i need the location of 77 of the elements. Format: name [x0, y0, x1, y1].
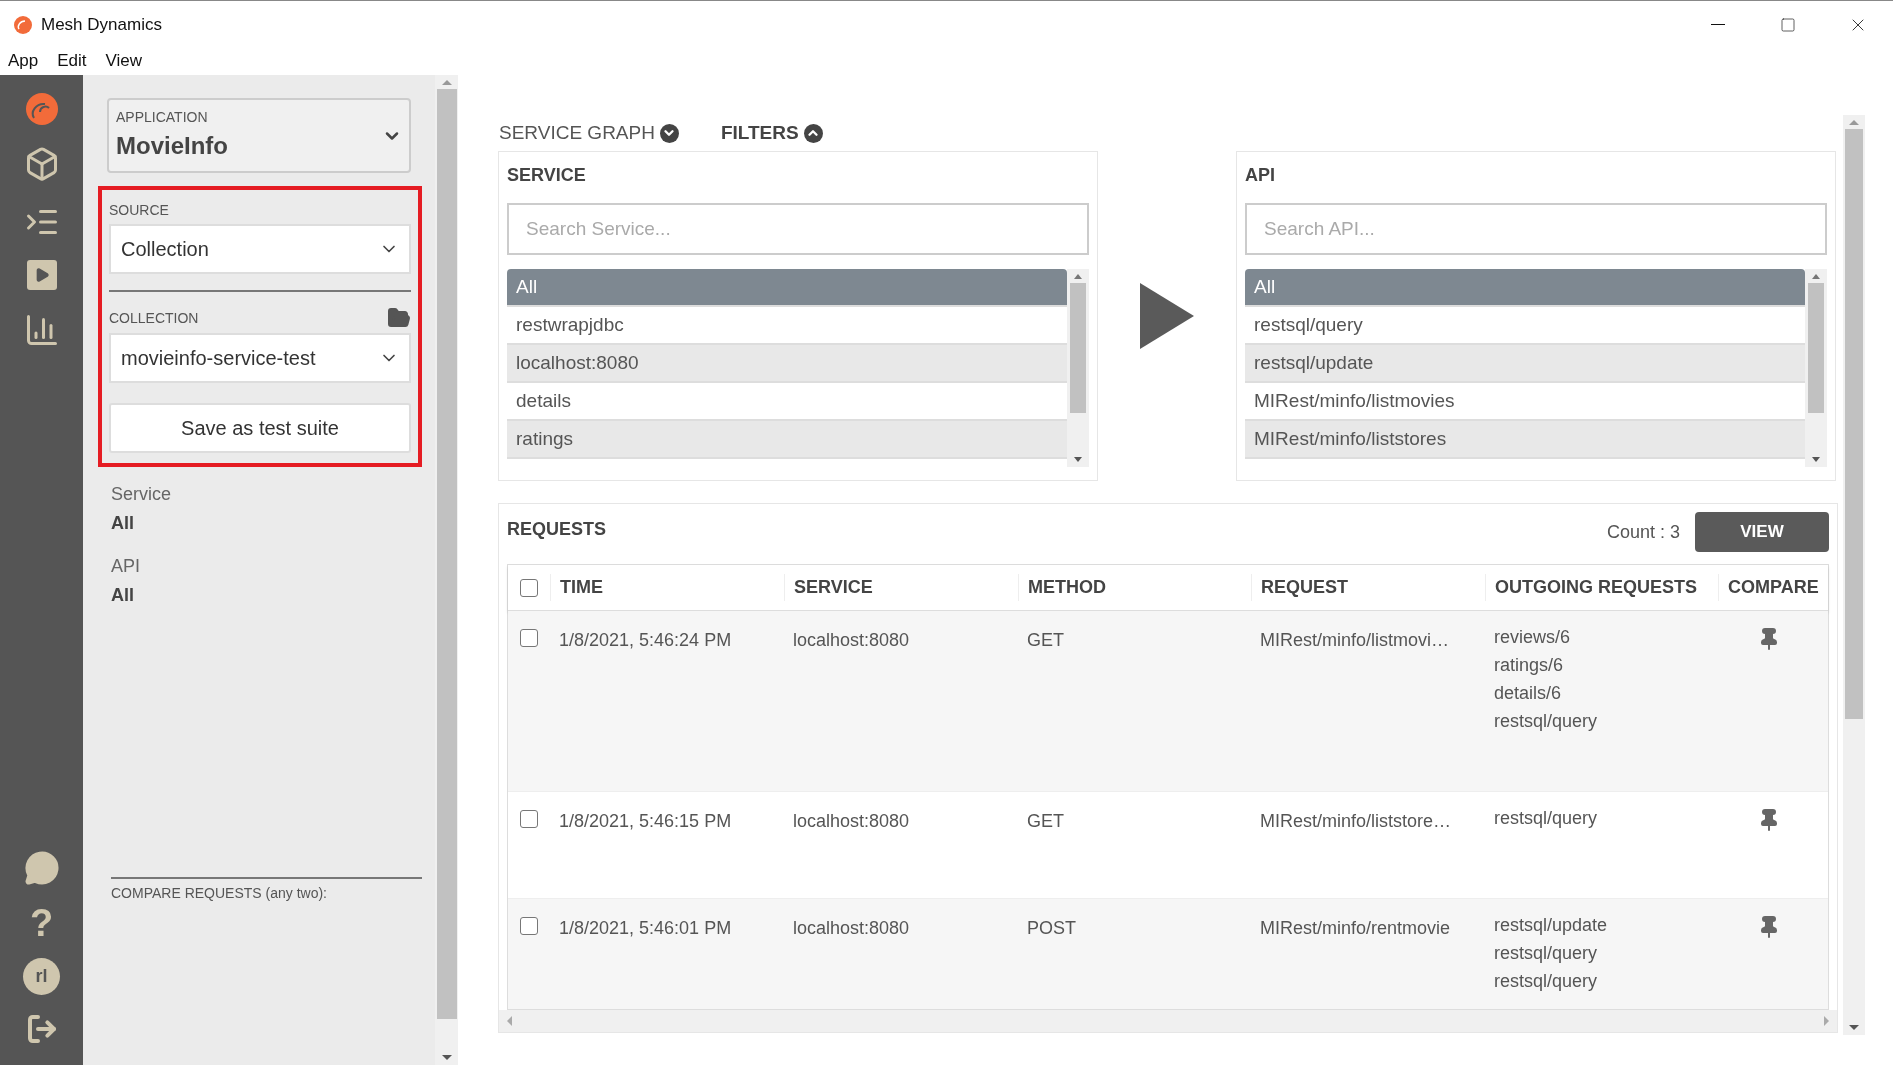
play-arrow-icon: [1140, 283, 1194, 349]
column-header: REQUEST: [1251, 574, 1485, 601]
table-cell-text: MIRest/minfo/listmovi…: [1259, 629, 1451, 652]
user-avatar[interactable]: rl: [23, 958, 60, 995]
help-icon[interactable]: ?: [29, 904, 54, 942]
search-field[interactable]: Search API...: [1245, 203, 1827, 255]
column-header: COMPARE: [1718, 574, 1820, 601]
column-header: OUTGOING REQUESTS: [1485, 574, 1718, 601]
application-select[interactable]: APPLICATION MovieInfo: [107, 98, 411, 173]
table-cell-text: GET: [1026, 810, 1065, 833]
section-toggle[interactable]: FILTERS: [720, 118, 823, 148]
table-cell-text: MIRest/minfo/liststore…: [1259, 810, 1453, 833]
filter-label: API: [111, 555, 141, 578]
table-cell-text: localhost:8080: [792, 629, 911, 652]
list-item[interactable]: restsql/update: [1245, 345, 1805, 383]
table-row[interactable]: 1/8/2021, 5:46:01 PM localhost:8080 POST MIRest/minfo/rentmovie restsql/update restsql/query restsql/query: [508, 899, 1828, 1009]
maximize-icon: [1780, 16, 1796, 33]
source-dropdown[interactable]: Collection: [109, 224, 411, 274]
column-header: SERVICE: [784, 574, 1018, 601]
panel-title: API: [1245, 164, 1276, 187]
sidebar-scrollbar[interactable]: [435, 75, 458, 1065]
outgoing-request: restsql/query: [1494, 942, 1599, 965]
filter-value: All: [111, 584, 135, 607]
panel-title: REQUESTS: [507, 518, 607, 541]
scrollbar[interactable]: [1067, 269, 1089, 467]
list-item[interactable]: All: [507, 269, 1067, 307]
scrollbar[interactable]: [1805, 269, 1827, 467]
search-field[interactable]: Search Service...: [507, 203, 1089, 255]
table-cell-text: 1/8/2021, 5:46:24 PM: [558, 629, 733, 652]
table-cell-text: 1/8/2021, 5:46:15 PM: [558, 810, 733, 833]
menu-item[interactable]: Edit: [57, 48, 87, 74]
app-logo-icon[interactable]: [24, 92, 59, 126]
list-item[interactable]: localhost:8080: [507, 345, 1067, 383]
chat-icon[interactable]: [23, 850, 60, 886]
table-cell-text: GET: [1026, 629, 1065, 652]
outgoing-request: ratings/6: [1494, 654, 1565, 677]
outgoing-request: details/6: [1494, 682, 1563, 705]
list-item[interactable]: All: [1245, 269, 1805, 307]
list-item[interactable]: ratings: [507, 421, 1067, 459]
menu-item[interactable]: App: [8, 48, 39, 74]
name-dropdown[interactable]: movieinfo-service-test: [109, 333, 411, 383]
table-cell-text: MIRest/minfo/rentmovie: [1259, 917, 1452, 940]
field-label: SOURCE: [109, 201, 170, 220]
panel-title: SERVICE: [507, 164, 587, 187]
section-toggle[interactable]: SERVICE GRAPH: [499, 118, 679, 148]
column-header: TIME: [550, 574, 784, 601]
field-label: COLLECTION: [109, 308, 200, 328]
compare-label: COMPARE REQUESTS (any two):: [111, 884, 328, 903]
filter-label: Service: [111, 483, 173, 506]
checkbox[interactable]: [520, 578, 538, 597]
folder-icon[interactable]: [387, 306, 411, 330]
list-item[interactable]: MIRest/minfo/liststores: [1245, 421, 1805, 459]
outgoing-request: restsql/query: [1494, 807, 1599, 830]
logout-icon[interactable]: [25, 1013, 58, 1045]
outgoing-request: restsql/query: [1494, 970, 1599, 993]
checkbox[interactable]: [520, 810, 538, 828]
checkbox[interactable]: [520, 917, 538, 935]
table-cell-text: POST: [1026, 917, 1077, 940]
play-icon[interactable]: [26, 260, 57, 290]
table-cell-text: 1/8/2021, 5:46:01 PM: [558, 917, 733, 940]
main-scrollbar[interactable]: [1843, 115, 1865, 1035]
checkbox[interactable]: [520, 629, 538, 647]
column-header: METHOD: [1018, 574, 1251, 601]
save-button[interactable]: Save as test suite: [109, 403, 411, 453]
outgoing-request: reviews/6: [1494, 626, 1572, 649]
app-logo-icon: [13, 14, 33, 35]
request-count: Count : 3: [1606, 520, 1680, 544]
table-row[interactable]: 1/8/2021, 5:46:24 PM localhost:8080 GET MIRest/minfo/listmovi… reviews/6 ratings/6 details/6 restsql/query: [508, 611, 1828, 792]
window-title: Mesh Dynamics: [41, 13, 162, 36]
menu-item[interactable]: View: [105, 48, 143, 74]
outgoing-request: restsql/query: [1494, 710, 1599, 733]
minimize-icon: [1711, 24, 1725, 25]
outgoing-request: restsql/update: [1494, 914, 1609, 937]
table-cell-text: localhost:8080: [792, 917, 911, 940]
table-cell-text: localhost:8080: [792, 810, 911, 833]
filter-value: All: [111, 512, 135, 535]
view-button[interactable]: VIEW: [1695, 512, 1829, 552]
